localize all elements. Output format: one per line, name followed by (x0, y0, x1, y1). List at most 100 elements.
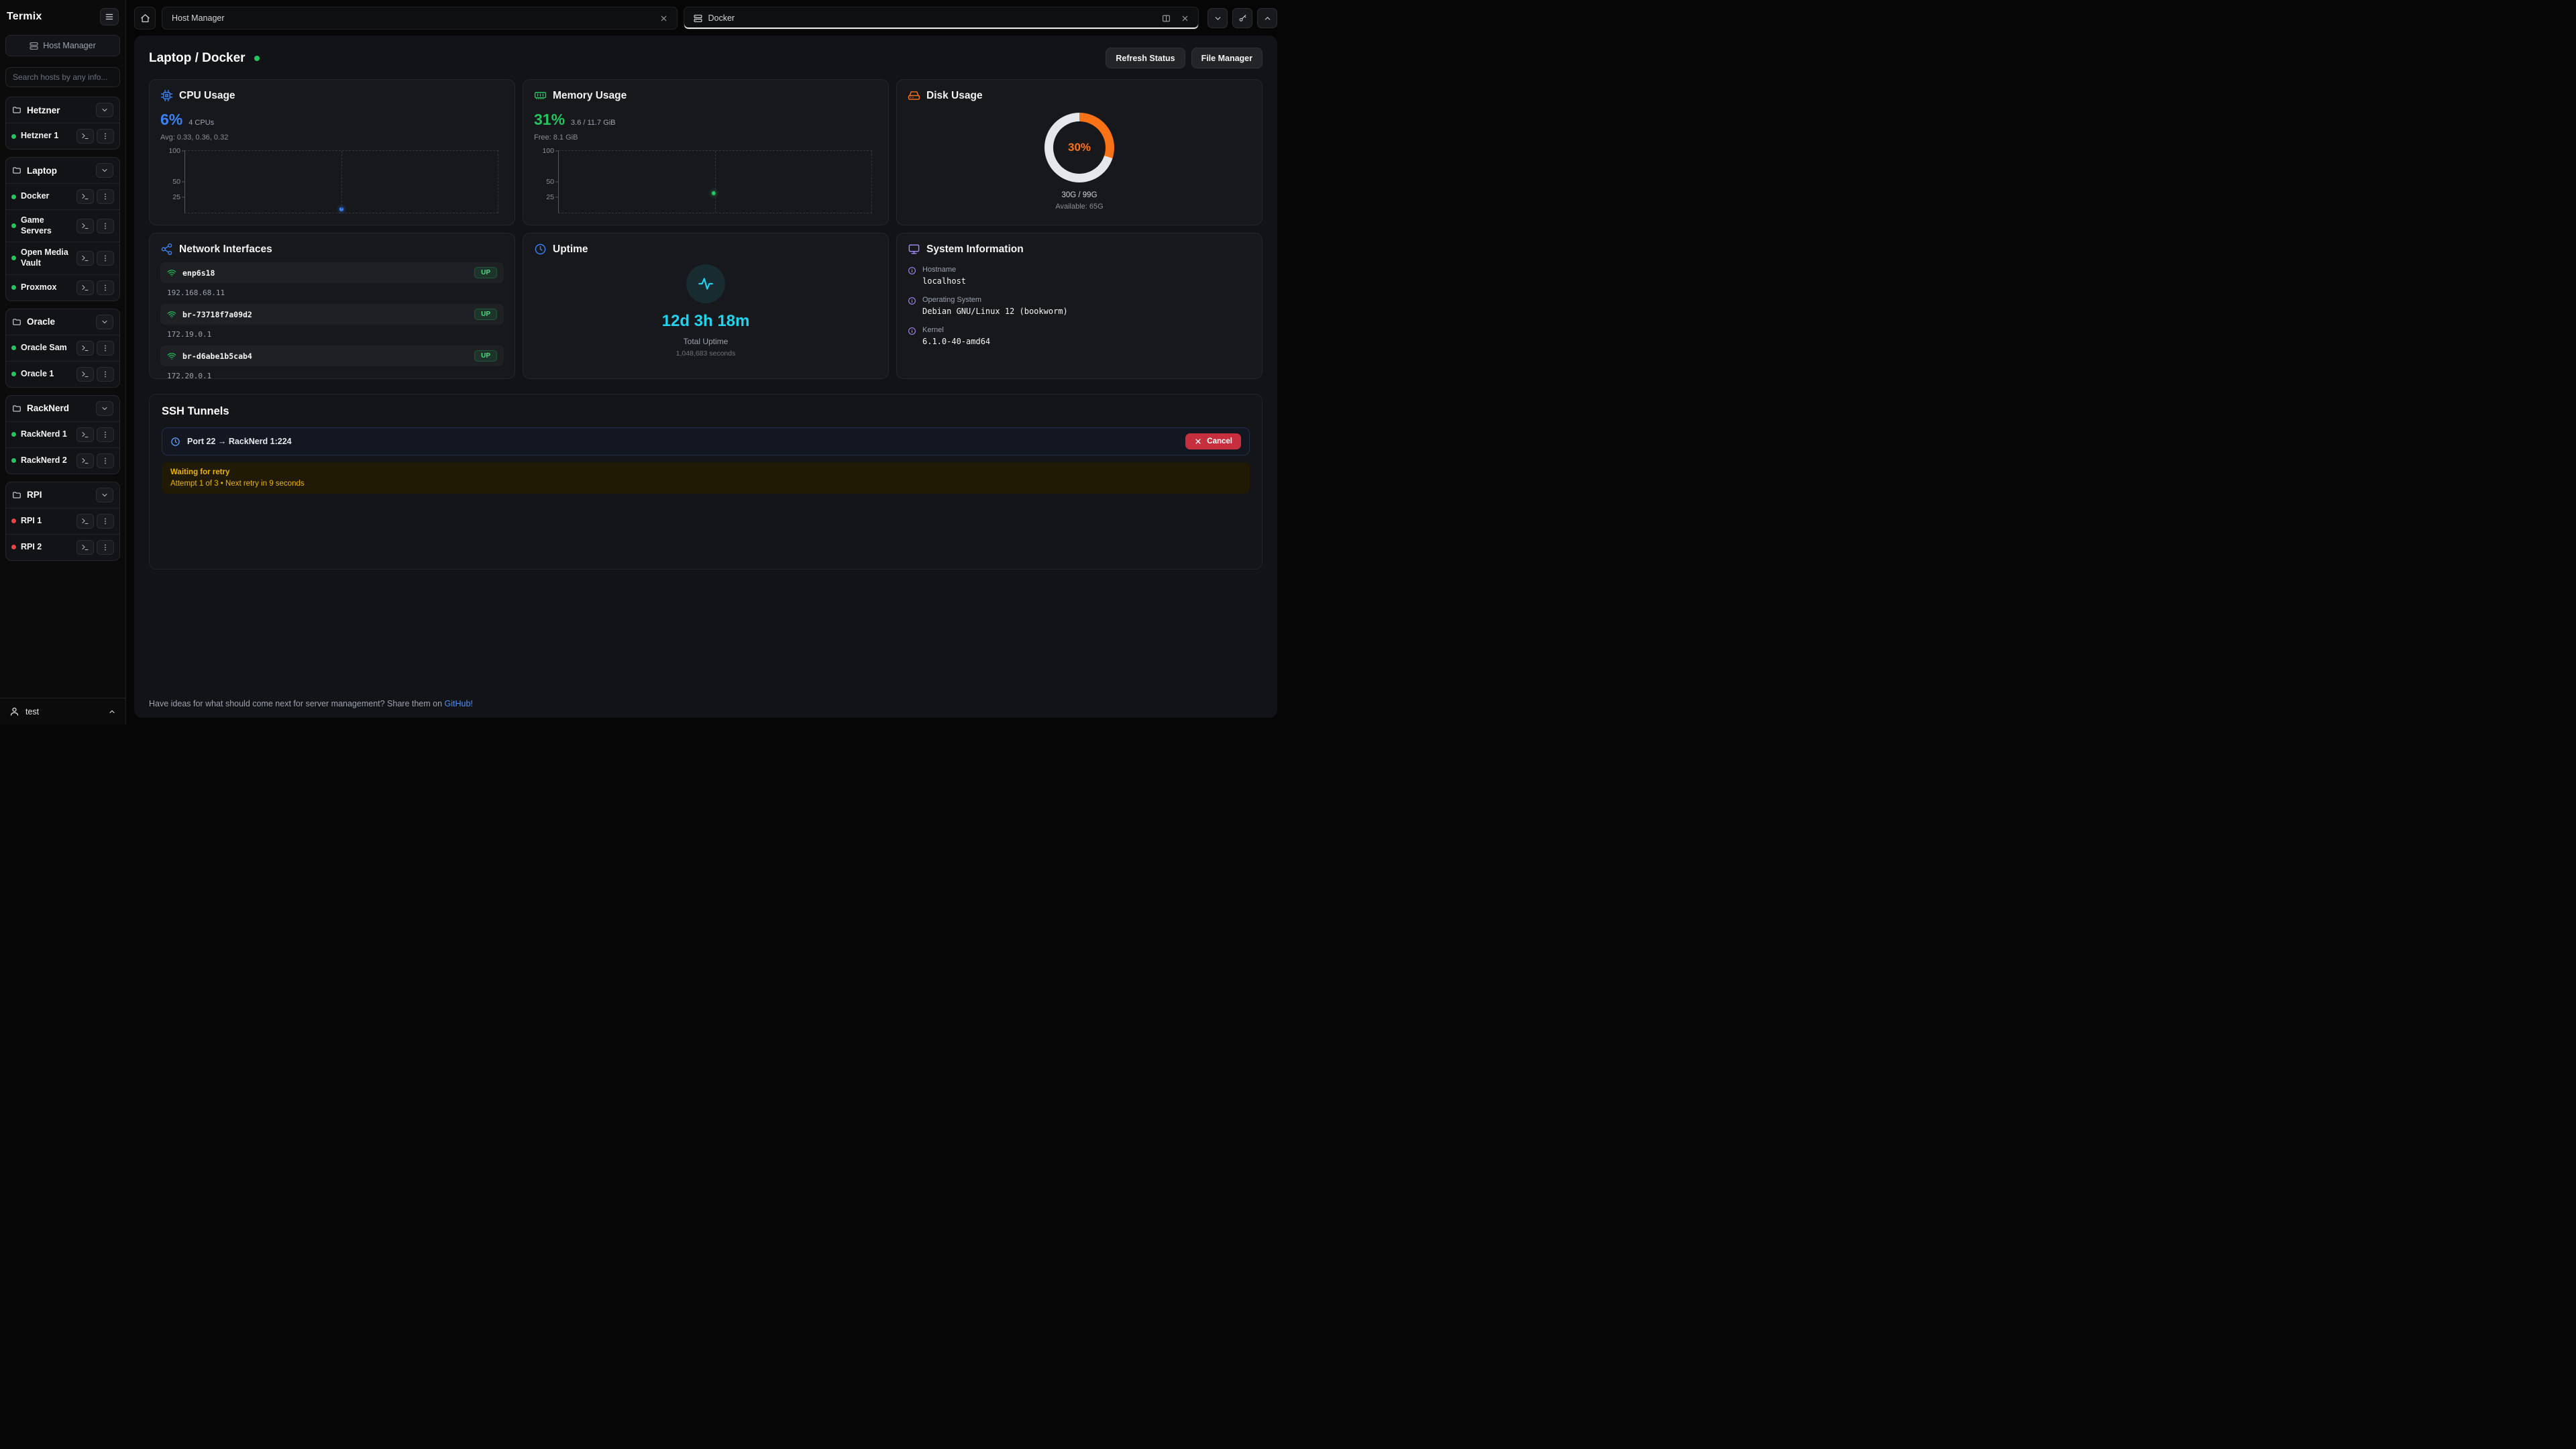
terminal-button[interactable] (76, 514, 94, 529)
terminal-button[interactable] (76, 540, 94, 555)
interface-row: enp6s18 UP 192.168.68.11 (160, 262, 504, 297)
clock-icon (170, 437, 180, 447)
kebab-icon (101, 370, 109, 378)
host-menu-button[interactable] (97, 189, 114, 204)
group-header[interactable]: Laptop (6, 158, 119, 183)
tab-close-button[interactable] (1179, 12, 1191, 25)
terminal-button[interactable] (76, 427, 94, 442)
uptime-card: Uptime 12d 3h 18m Total Uptime 1,048,683… (523, 233, 889, 379)
terminal-button[interactable] (76, 453, 94, 468)
terminal-button[interactable] (76, 251, 94, 266)
group-header[interactable]: Oracle (6, 309, 119, 335)
host-manager-button[interactable]: Host Manager (5, 35, 120, 56)
host-row[interactable]: Proxmox (6, 274, 119, 301)
group-collapse-button[interactable] (96, 401, 113, 416)
host-row[interactable]: RackNerd 2 (6, 447, 119, 474)
host-menu-button[interactable] (97, 341, 114, 356)
sidebar-menu-button[interactable] (100, 8, 119, 25)
host-menu-button[interactable] (97, 367, 114, 382)
folder-icon (12, 105, 21, 115)
host-row[interactable]: RackNerd 1 (6, 421, 119, 447)
tab-label: Host Manager (172, 13, 225, 23)
axis-tick-label: 50 (538, 178, 554, 186)
host-row[interactable]: Hetzner 1 (6, 123, 119, 149)
warning-detail: Attempt 1 of 3 • Next retry in 9 seconds (170, 480, 1241, 488)
host-row[interactable]: RPI 2 (6, 534, 119, 560)
group-header[interactable]: RPI (6, 482, 119, 508)
expand-button[interactable] (1257, 8, 1277, 28)
system-info-label: Kernel (922, 326, 990, 334)
status-dot (11, 285, 16, 290)
host-name: Oracle Sam (21, 343, 72, 354)
section-title: SSH Tunnels (162, 405, 1250, 418)
host-name: Proxmox (21, 282, 72, 293)
sidebar: Termix Host Manager Hetzner Hetzner 1 (0, 0, 126, 724)
cancel-tunnel-button[interactable]: Cancel (1185, 433, 1241, 449)
wifi-icon (167, 352, 176, 361)
close-icon (1181, 14, 1189, 23)
host-row[interactable]: Game Servers (6, 209, 119, 241)
split-view-button[interactable] (1160, 12, 1173, 25)
github-link[interactable]: GitHub! (445, 699, 473, 708)
terminal-button[interactable] (76, 189, 94, 204)
panel-header: Laptop / Docker Refresh Status File Mana… (149, 48, 1263, 68)
host-name: Game Servers (21, 215, 72, 236)
host-menu-button[interactable] (97, 540, 114, 555)
status-dot (11, 519, 16, 523)
status-dot (11, 345, 16, 350)
group-header[interactable]: Hetzner (6, 97, 119, 123)
host-row[interactable]: RPI 1 (6, 508, 119, 534)
host-row[interactable]: Oracle Sam (6, 335, 119, 361)
group-collapse-button[interactable] (96, 315, 113, 329)
admin-button[interactable] (1232, 8, 1252, 28)
tab-host-manager[interactable]: Host Manager (162, 7, 678, 30)
server-icon (694, 14, 702, 23)
server-icon (30, 42, 38, 50)
user-menu[interactable]: test (0, 698, 125, 719)
tab-docker[interactable]: Docker (684, 7, 1199, 30)
terminal-button[interactable] (76, 129, 94, 144)
host-name: RackNerd 2 (21, 455, 72, 466)
host-menu-button[interactable] (97, 219, 114, 233)
terminal-icon (81, 132, 89, 140)
host-row[interactable]: Open Media Vault (6, 241, 119, 274)
host-search-input[interactable] (5, 67, 120, 87)
card-title: System Information (926, 244, 1024, 256)
host-row[interactable]: Oracle 1 (6, 361, 119, 387)
host-menu-button[interactable] (97, 129, 114, 144)
axis-tick-label: 25 (164, 193, 180, 201)
terminal-button[interactable] (76, 367, 94, 382)
axis-tick-mark (555, 151, 559, 152)
host-menu-button[interactable] (97, 280, 114, 295)
app-title: Termix (7, 11, 42, 23)
terminal-icon (81, 254, 89, 262)
group-header[interactable]: RackNerd (6, 396, 119, 421)
tab-close-button[interactable] (657, 12, 670, 25)
group-name: Hetzner (27, 105, 91, 115)
host-row[interactable]: Docker (6, 183, 119, 209)
group-collapse-button[interactable] (96, 163, 113, 178)
terminal-button[interactable] (76, 341, 94, 356)
kebab-icon (101, 517, 109, 525)
host-manager-label: Host Manager (43, 41, 96, 50)
host-menu-button[interactable] (97, 514, 114, 529)
home-button[interactable] (134, 7, 156, 30)
file-manager-button[interactable]: File Manager (1191, 48, 1263, 68)
refresh-status-button[interactable]: Refresh Status (1106, 48, 1185, 68)
folder-icon (12, 404, 21, 413)
host-name: Hetzner 1 (21, 131, 72, 142)
group-collapse-button[interactable] (96, 103, 113, 117)
status-dot (11, 458, 16, 463)
status-dot (11, 134, 16, 139)
collapse-button[interactable] (1208, 8, 1228, 28)
host-group-hetzner: Hetzner Hetzner 1 (5, 97, 120, 150)
group-collapse-button[interactable] (96, 488, 113, 502)
terminal-button[interactable] (76, 280, 94, 295)
terminal-button[interactable] (76, 219, 94, 233)
host-menu-button[interactable] (97, 427, 114, 442)
terminal-icon (81, 431, 89, 439)
host-menu-button[interactable] (97, 251, 114, 266)
kebab-icon (101, 344, 109, 352)
host-menu-button[interactable] (97, 453, 114, 468)
memory-icon (534, 89, 547, 102)
